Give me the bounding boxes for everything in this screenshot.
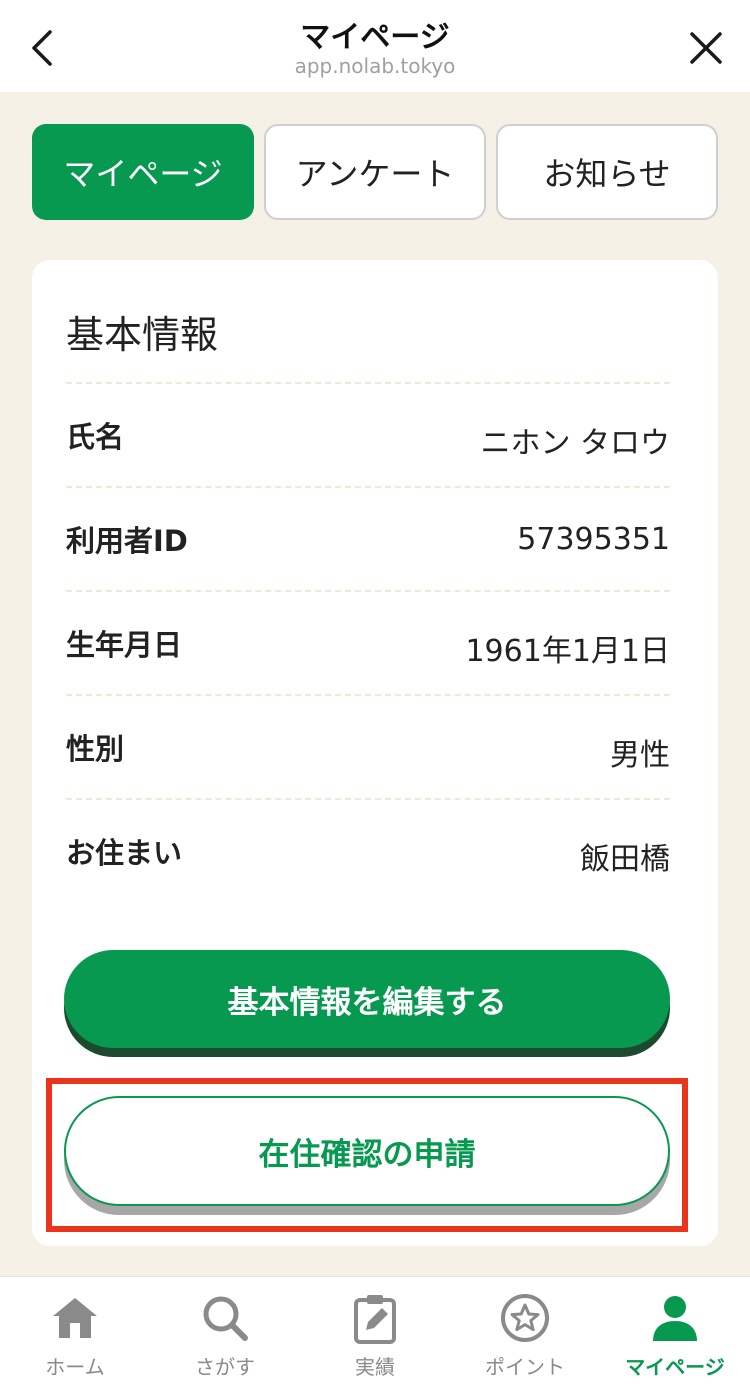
row-label: 性別 [66,732,125,766]
nav-label: ポイント [485,1355,565,1379]
person-icon [648,1291,702,1345]
row-label: 利用者ID [66,524,188,558]
tab-bar: マイページ アンケート お知らせ [32,124,718,220]
row-label: 氏名 [66,420,125,454]
tab-label: アンケート [295,155,455,193]
nav-achievements[interactable]: 実績 [300,1277,450,1389]
row-value: 飯田橋 [580,842,670,877]
row-value: 1961年1月1日 [465,634,670,669]
edit-profile-button[interactable]: 基本情報を編集する [64,950,670,1048]
nav-label: ホーム [45,1355,105,1379]
nav-points[interactable]: ポイント [450,1277,600,1389]
home-icon [48,1291,102,1345]
close-icon [690,32,722,64]
nav-label: さがす [195,1355,255,1379]
url-label: app.nolab.tokyo [294,54,456,78]
tab-survey[interactable]: アンケート [264,124,486,220]
clipboard-edit-icon [348,1291,402,1345]
nav-label: マイページ [625,1355,725,1379]
row-value: 57395351 [517,522,670,557]
tab-mypage[interactable]: マイページ [32,124,254,220]
page-title: マイページ [300,20,450,55]
tab-label: マイページ [63,155,223,193]
row-label: 生年月日 [66,628,183,662]
nav-home[interactable]: ホーム [0,1277,150,1389]
nav-search[interactable]: さがす [150,1277,300,1389]
info-row-residence: お住まい 飯田橋 [66,798,670,902]
nav-label: 実績 [355,1355,395,1379]
row-value: ニホン タロウ [480,426,670,461]
row-value: 男性 [610,738,670,773]
tab-news[interactable]: お知らせ [496,124,718,220]
section-title: 基本情報 [66,313,219,357]
star-circle-icon [498,1291,552,1345]
info-row-name: 氏名 ニホン タロウ [66,382,670,486]
info-row-birthdate: 生年月日 1961年1月1日 [66,590,670,694]
info-row-gender: 性別 男性 [66,694,670,798]
bottom-nav: ホーム さがす 実績 ポイント マイページ [0,1276,750,1389]
row-label: お住まい [66,836,183,870]
nav-mypage[interactable]: マイページ [600,1277,750,1389]
top-bar: マイページ app.nolab.tokyo [0,0,750,92]
info-row-user-id: 利用者ID 57395351 [66,486,670,590]
close-button[interactable] [680,22,732,74]
search-icon [198,1291,252,1345]
profile-card: 基本情報 氏名 ニホン タロウ 利用者ID 57395351 生年月日 1961… [32,260,718,1246]
tab-label: お知らせ [543,155,671,193]
residence-verification-button[interactable]: 在住確認の申請 [64,1096,670,1206]
